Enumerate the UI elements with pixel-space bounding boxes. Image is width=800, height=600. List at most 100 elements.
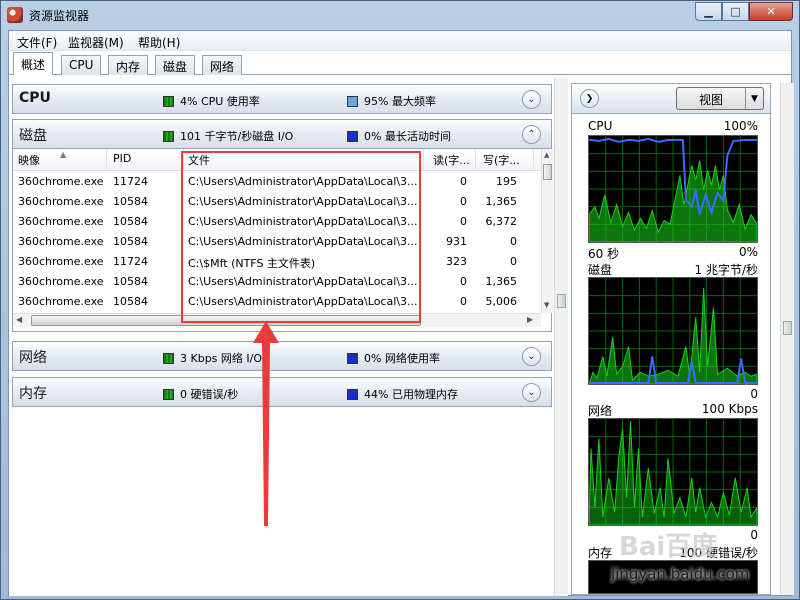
minimize-button[interactable]: ▁: [695, 2, 722, 21]
title-bar[interactable]: 资源监视器 ▁ □ ✕: [1, 1, 799, 29]
table-row[interactable]: 360chrome.exe 10584 C:\Users\Administrat…: [13, 231, 541, 251]
minimize-icon: ▁: [704, 5, 713, 18]
chevron-down-icon[interactable]: ⌄: [522, 90, 541, 109]
cpu-graph-title: CPU: [588, 119, 613, 133]
network-usage-text: 0% 网络使用率: [364, 352, 440, 365]
green-swatch-icon: [163, 388, 174, 400]
tab-cpu[interactable]: CPU: [61, 55, 102, 75]
disk-table-body: 360chrome.exe 11724 C:\Users\Administrat…: [13, 171, 541, 311]
scroll-thumb[interactable]: [543, 164, 552, 180]
table-row[interactable]: 360chrome.exe 11724 C:\Users\Administrat…: [13, 171, 541, 191]
disk-table-panel: 映像 ▲ PID 文件 读(字... 写(字... 360chrome.exe 1…: [12, 149, 553, 332]
view-label: 视图: [699, 93, 724, 107]
graph-pane-scrollbar[interactable]: [780, 83, 794, 595]
dropdown-arrow-icon: ▼: [745, 88, 763, 109]
menu-help[interactable]: 帮助(H): [138, 34, 180, 51]
maximize-icon: □: [730, 5, 741, 18]
chevron-down-icon[interactable]: ⌄: [522, 347, 541, 366]
hard-faults-legend: 0 硬错误/秒: [163, 386, 238, 402]
disk-io-text: 101 千字节/秒磁盘 I/O: [180, 130, 294, 143]
disk-active-text: 0% 最长活动时间: [364, 130, 451, 143]
baidu-watermark: Bai百度 jingyan.baidu.com: [591, 521, 791, 591]
hard-faults-text: 0 硬错误/秒: [180, 388, 239, 401]
memory-used-text: 44% 已用物理内存: [364, 388, 458, 401]
disk-section-title: 磁盘: [19, 128, 47, 144]
cpu-freq-text: 95% 最大频率: [364, 95, 436, 108]
green-swatch-icon: [163, 95, 174, 107]
scroll-down-icon[interactable]: ▼: [544, 301, 549, 309]
cpu-usage-legend: 4% CPU 使用率: [163, 93, 260, 109]
table-vertical-scrollbar[interactable]: ▲ ▼: [541, 149, 553, 313]
col-pid-header[interactable]: PID: [113, 152, 131, 170]
disk-active-legend: 0% 最长活动时间: [347, 128, 451, 144]
menu-monitor[interactable]: 监视器(M): [68, 34, 124, 51]
disk-graph-min: 0: [750, 387, 758, 401]
baidu-logo: Bai百度: [619, 532, 718, 562]
resource-monitor-window: 资源监视器 ▁ □ ✕ 文件(F) 监视器(M) 帮助(H) 概述 CPU 内存…: [0, 0, 800, 600]
cpu-graph-panel: CPU 100% 60 秒 0%: [588, 119, 764, 261]
cpu-section-title: CPU: [19, 90, 51, 106]
scroll-thumb[interactable]: [31, 315, 421, 326]
blue-swatch-icon: [347, 130, 358, 142]
network-graph-max: 100 Kbps: [701, 402, 758, 416]
tab-overview[interactable]: 概述: [13, 52, 54, 76]
client-area: 文件(F) 监视器(M) 帮助(H) 概述 CPU 内存 磁盘 网络 CPU 4…: [8, 30, 794, 596]
sort-up-icon: ▲: [60, 150, 67, 159]
window-title: 资源监视器: [29, 9, 90, 23]
scroll-up-icon[interactable]: ▲: [544, 151, 549, 159]
tab-disk[interactable]: 磁盘: [155, 55, 196, 75]
cpu-freq-legend: 95% 最大频率: [347, 93, 436, 109]
chevron-down-icon[interactable]: ⌄: [522, 383, 541, 402]
scroll-thumb[interactable]: [783, 321, 792, 335]
disk-io-legend: 101 千字节/秒磁盘 I/O: [163, 128, 293, 144]
cpu-graph-max: 100%: [723, 119, 758, 133]
memory-used-legend: 44% 已用物理内存: [347, 386, 458, 402]
col-read-header[interactable]: 读(字...: [433, 152, 470, 170]
disk-table-header: 映像 ▲ PID 文件 读(字... 写(字...: [13, 149, 541, 171]
col-file-header[interactable]: 文件: [188, 152, 210, 170]
menu-file[interactable]: 文件(F): [17, 34, 57, 51]
blue-swatch-icon: [347, 388, 358, 400]
cpu-graph-timespan: 60 秒: [588, 247, 620, 261]
col-write-header[interactable]: 写(字...: [483, 152, 520, 170]
scroll-right-icon[interactable]: ▶: [527, 315, 533, 324]
menu-bar: 文件(F) 监视器(M) 帮助(H): [9, 31, 791, 51]
table-row[interactable]: 360chrome.exe 10584 C:\Users\Administrat…: [13, 291, 541, 311]
lightblue-swatch-icon: [347, 95, 358, 107]
network-graph-title: 网络: [588, 404, 613, 418]
disk-graph-panel: 磁盘 1 兆字节/秒 0: [588, 261, 764, 401]
tab-network[interactable]: 网络: [202, 55, 243, 75]
baidu-url: jingyan.baidu.com: [611, 565, 750, 583]
scroll-left-icon[interactable]: ◀: [16, 315, 22, 324]
cpu-section-header[interactable]: CPU 4% CPU 使用率 95% 最大频率 ⌄: [12, 84, 552, 114]
col-image-header[interactable]: 映像 ▲: [18, 150, 108, 170]
network-usage-legend: 0% 网络使用率: [347, 350, 440, 366]
disk-graph-max: 1 兆字节/秒: [694, 263, 759, 277]
tab-strip: 概述 CPU 内存 磁盘 网络: [9, 52, 791, 76]
chevron-up-icon[interactable]: ⌃: [522, 125, 541, 144]
maximize-button[interactable]: □: [722, 2, 749, 21]
disk-io-graph: [588, 277, 758, 385]
network-io-graph: [588, 418, 758, 526]
table-row[interactable]: 360chrome.exe 11724 C:\$Mft (NTFS 主文件表) …: [13, 251, 541, 271]
left-pane-scrollbar[interactable]: [554, 78, 568, 596]
cpu-usage-text: 4% CPU 使用率: [180, 95, 260, 108]
disk-section-header[interactable]: 磁盘 101 千字节/秒磁盘 I/O 0% 最长活动时间 ⌃: [12, 119, 552, 149]
cpu-graph-min: 0%: [738, 245, 758, 259]
network-section-title: 网络: [19, 350, 47, 366]
cpu-usage-graph: [588, 135, 758, 243]
view-dropdown-button[interactable]: 视图 ▼: [676, 87, 764, 110]
chevron-right-icon[interactable]: ❯: [580, 89, 599, 108]
table-row[interactable]: 360chrome.exe 10584 C:\Users\Administrat…: [13, 271, 541, 291]
green-swatch-icon: [163, 352, 174, 364]
graph-pane-header: ❯ 视图 ▼: [572, 84, 770, 114]
graph-pane: ❯ 视图 ▼ CPU 100% 60 秒 0% 磁盘 1 兆字节/秒 0 网络 …: [571, 83, 771, 595]
scroll-thumb[interactable]: [557, 294, 566, 308]
disk-graph-title: 磁盘: [588, 263, 613, 277]
caption-buttons: ▁ □ ✕: [695, 2, 793, 21]
table-row[interactable]: 360chrome.exe 10584 C:\Users\Administrat…: [13, 191, 541, 211]
close-button[interactable]: ✕: [749, 2, 793, 21]
green-swatch-icon: [163, 130, 174, 142]
table-row[interactable]: 360chrome.exe 10584 C:\Users\Administrat…: [13, 211, 541, 231]
tab-memory[interactable]: 内存: [108, 55, 149, 75]
